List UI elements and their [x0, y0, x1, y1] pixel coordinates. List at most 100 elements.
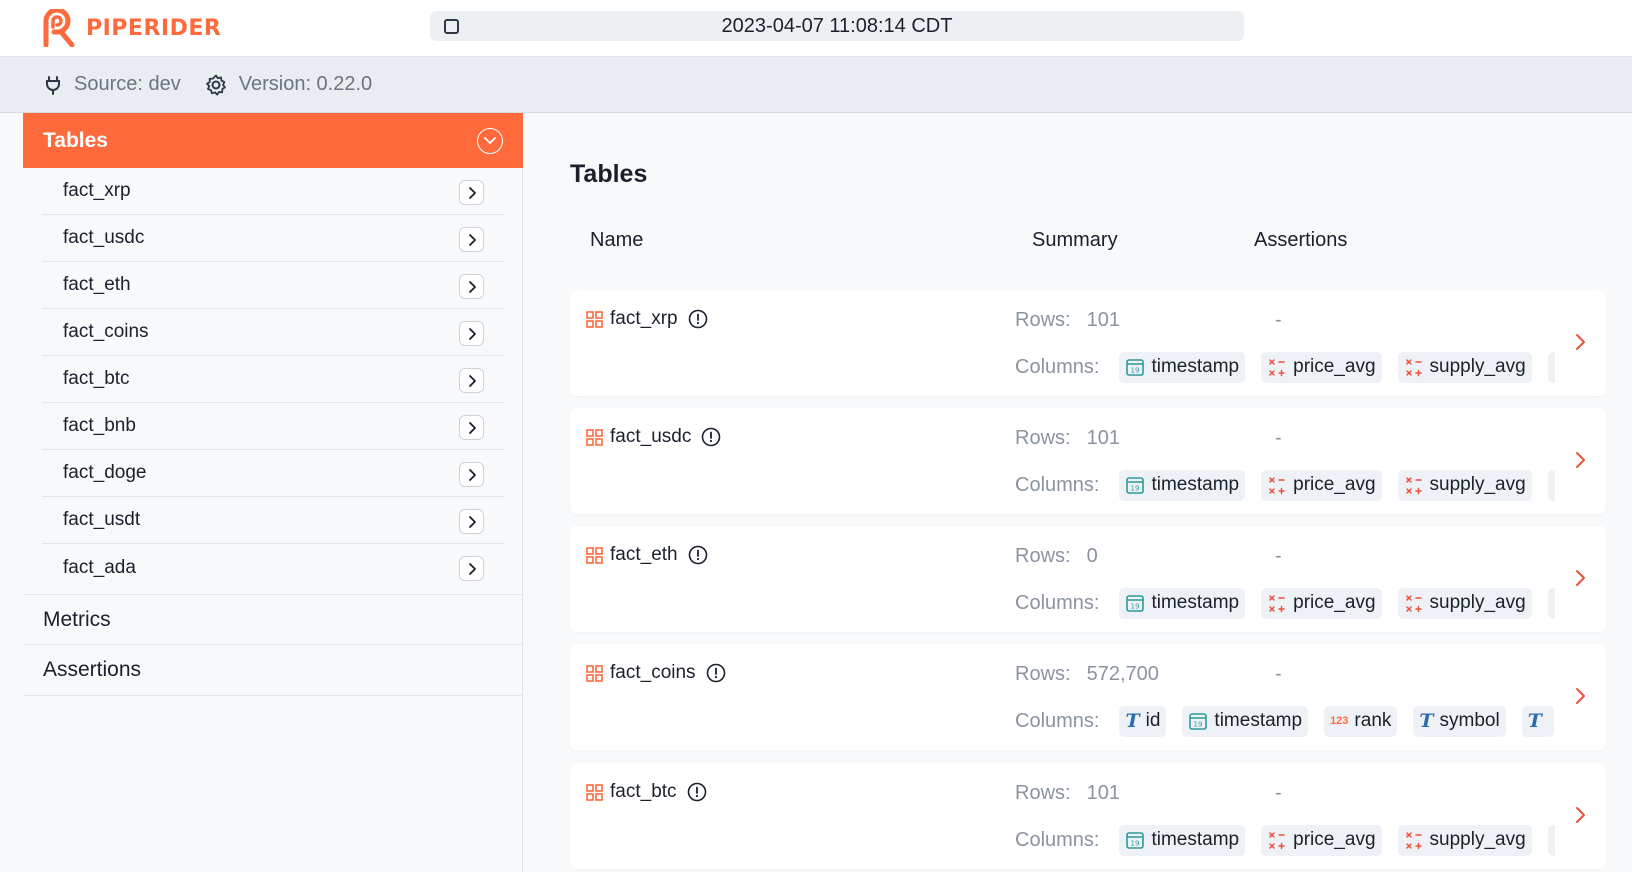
sidebar-item-fact-bnb[interactable]: fact_bnb [42, 403, 504, 450]
info-icon[interactable] [706, 663, 726, 683]
column-header-summary: Summary [1032, 229, 1118, 251]
column-chip[interactable]: Tid [1119, 705, 1167, 737]
open-table-button[interactable] [1574, 568, 1588, 593]
columns-label: Columns: [1015, 473, 1100, 496]
column-chip[interactable] [1547, 587, 1555, 619]
expand-button[interactable] [459, 274, 484, 299]
column-chip[interactable]: supply_avg [1397, 469, 1532, 501]
expand-button[interactable] [459, 556, 484, 581]
sidebar-item-fact-doge[interactable]: fact_doge [42, 450, 504, 497]
info-icon[interactable] [688, 309, 708, 329]
column-chip[interactable]: supply_avg [1397, 824, 1532, 856]
column-name: timestamp [1151, 829, 1240, 850]
svg-text:19: 19 [1194, 721, 1203, 729]
column-chip[interactable]: Tsymbol [1413, 705, 1506, 737]
sidebar-tables-header[interactable]: Tables [23, 113, 523, 168]
sidebar-item-fact-usdc[interactable]: fact_usdc [42, 215, 504, 262]
numeric-ops-icon [1404, 593, 1424, 613]
assertions-value: - [1275, 427, 1282, 449]
column-chip[interactable]: supply_avg [1397, 351, 1532, 383]
open-table-button[interactable] [1574, 332, 1588, 357]
column-chip[interactable]: 19 timestamp [1182, 705, 1309, 737]
column-chip[interactable]: price_avg [1261, 351, 1382, 383]
column-chip[interactable]: price_avg [1261, 824, 1382, 856]
column-chip[interactable]: 19 timestamp [1119, 351, 1246, 383]
table-name: fact_eth [586, 544, 708, 566]
svg-text:19: 19 [1131, 840, 1140, 848]
sidebar-item-fact-xrp[interactable]: fact_xrp [42, 168, 504, 215]
sidebar-item-fact-btc[interactable]: fact_btc [42, 356, 504, 403]
collapse-button[interactable] [477, 128, 503, 154]
column-chip[interactable] [1547, 824, 1555, 856]
info-icon[interactable] [701, 427, 721, 447]
chevron-right-icon [468, 468, 476, 481]
expand-button[interactable] [459, 368, 484, 393]
sidebar-item-label: fact_bnb [63, 415, 136, 436]
sidebar-item-label: fact_usdt [63, 509, 141, 530]
expand-button[interactable] [459, 227, 484, 252]
table-name-text: fact_usdc [610, 426, 692, 447]
table-row[interactable]: fact_eth Rows: 0 - Columns: 19 timestamp price_… [570, 526, 1606, 632]
open-table-button[interactable] [1574, 450, 1588, 475]
column-chip[interactable]: T [1521, 705, 1554, 737]
sidebar-metrics-label: Metrics [43, 607, 111, 631]
column-chip[interactable]: price_avg [1261, 469, 1382, 501]
sidebar-item-fact-eth[interactable]: fact_eth [42, 262, 504, 309]
table-grid-icon [586, 310, 603, 328]
calendar-icon: 19 [1188, 711, 1208, 731]
expand-button[interactable] [459, 415, 484, 440]
logo[interactable]: PIPERIDER [40, 8, 221, 48]
sidebar-metrics[interactable]: Metrics [23, 594, 523, 645]
table-grid-icon [586, 783, 603, 801]
columns-label: Columns: [1015, 591, 1100, 614]
column-name: supply_avg [1429, 829, 1526, 850]
table-grid-icon [586, 664, 603, 682]
table-row[interactable]: fact_xrp Rows: 101 - Columns: 19 timestamp pric… [570, 290, 1606, 396]
column-chip[interactable]: 19 timestamp [1119, 587, 1246, 619]
column-name: supply_avg [1429, 356, 1526, 377]
rows-value: 101 [1086, 782, 1120, 804]
assertions-value: - [1275, 309, 1282, 331]
column-chip[interactable]: 123 rank [1324, 705, 1398, 737]
rows-label: Rows: [1015, 545, 1071, 567]
column-chip[interactable] [1547, 351, 1555, 383]
report-datetime: 2023-04-07 11:08:14 CDT [721, 14, 953, 37]
columns-summary: Columns: 19 timestamp price_avg supply_avg [1015, 350, 1555, 384]
column-name: supply_avg [1429, 592, 1526, 613]
expand-button[interactable] [459, 509, 484, 534]
svg-text:19: 19 [1131, 603, 1140, 611]
column-chip[interactable]: price_avg [1261, 587, 1382, 619]
numeric-ops-icon [1267, 475, 1287, 495]
square-icon[interactable] [444, 19, 459, 34]
sidebar-assertions[interactable]: Assertions [23, 645, 523, 696]
numeric-ops-icon [1267, 593, 1287, 613]
table-row[interactable]: fact_usdc Rows: 101 - Columns: 19 timestamp pri… [570, 408, 1606, 514]
chevron-right-icon [1576, 688, 1585, 704]
table-name: fact_xrp [586, 308, 708, 330]
expand-button[interactable] [459, 321, 484, 346]
chevron-right-icon [468, 421, 476, 434]
text-icon: T [1527, 710, 1542, 732]
open-table-button[interactable] [1574, 686, 1588, 711]
column-name: price_avg [1293, 592, 1376, 613]
rows-summary: Rows: 0 [1015, 545, 1098, 568]
column-chip[interactable] [1547, 469, 1555, 501]
sidebar-item-fact-usdt[interactable]: fact_usdt [42, 497, 504, 544]
info-icon[interactable] [688, 545, 708, 565]
column-chip[interactable]: 19 timestamp [1119, 824, 1246, 856]
info-icon[interactable] [687, 782, 707, 802]
column-name: timestamp [1214, 710, 1303, 731]
table-row[interactable]: fact_btc Rows: 101 - Columns: 19 timestamp pric… [570, 763, 1606, 869]
column-chip[interactable]: 19 timestamp [1119, 469, 1246, 501]
table-row[interactable]: fact_coins Rows: 572,700 - Columns: Tid 19 time… [570, 644, 1606, 750]
expand-button[interactable] [459, 462, 484, 487]
sidebar-item-fact-ada[interactable]: fact_ada [42, 544, 504, 591]
sidebar-item-fact-coins[interactable]: fact_coins [42, 309, 504, 356]
chevron-right-icon [468, 233, 476, 246]
assertions-value: - [1275, 782, 1282, 804]
expand-button[interactable] [459, 180, 484, 205]
sidebar-item-label: fact_btc [63, 368, 130, 389]
open-table-button[interactable] [1574, 805, 1588, 830]
chevron-right-icon [468, 562, 476, 575]
column-chip[interactable]: supply_avg [1397, 587, 1532, 619]
